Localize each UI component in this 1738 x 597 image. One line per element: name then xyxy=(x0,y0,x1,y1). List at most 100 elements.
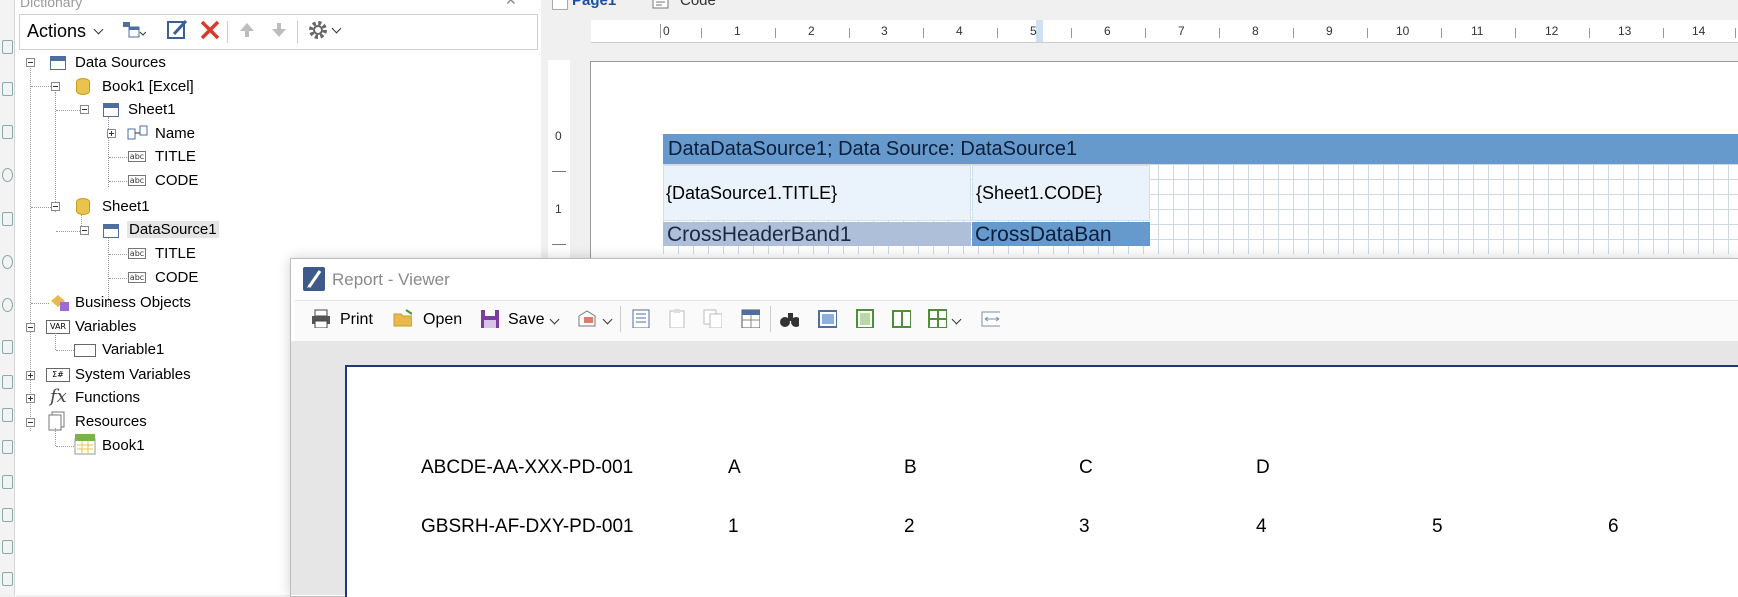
tree-item-data-sources[interactable]: Data Sources xyxy=(75,54,166,71)
tree-item-book1-excel[interactable]: Book1 [Excel] xyxy=(102,78,194,95)
continuous-page-icon[interactable] xyxy=(854,308,874,328)
system-variables-icon: Σ# xyxy=(46,368,70,382)
tree-item-name[interactable]: Name xyxy=(155,125,195,142)
ruler-label: 12 xyxy=(1545,24,1559,38)
data-band-caption: DataDataSource1; Data Source: DataSource… xyxy=(668,138,1078,160)
strip-icon[interactable] xyxy=(2,408,13,422)
variable-icon xyxy=(74,344,96,357)
report-cell: ABCDE-AA-XXX-PD-001 xyxy=(421,457,634,478)
strip-icon[interactable] xyxy=(2,540,13,554)
two-pages-icon[interactable] xyxy=(891,308,911,328)
new-item-icon[interactable] xyxy=(120,19,146,41)
ruler-label: 7 xyxy=(1178,24,1185,38)
collapse-toggle[interactable] xyxy=(80,105,89,114)
dictionary-toolbar: Actions xyxy=(19,14,538,50)
delete-icon[interactable] xyxy=(198,18,222,42)
ruler-label: 2 xyxy=(808,24,815,38)
collapse-toggle[interactable] xyxy=(26,418,35,427)
page-setup-icon[interactable] xyxy=(740,308,760,328)
tree-item-datasource1[interactable]: DataSource1 xyxy=(127,221,219,238)
print-button[interactable]: Print xyxy=(340,311,373,329)
cross-header-band-caption: CrossHeaderBand1 xyxy=(667,223,852,246)
chevron-down-icon[interactable] xyxy=(93,24,104,35)
strip-icon[interactable] xyxy=(2,440,13,454)
save-disk-icon[interactable] xyxy=(479,308,499,328)
strip-icon[interactable] xyxy=(2,340,13,354)
strip-icon[interactable] xyxy=(2,298,13,312)
ruler-label: 14 xyxy=(1692,24,1706,38)
actions-menu-label[interactable]: Actions xyxy=(27,21,86,42)
tab-code[interactable]: Code xyxy=(680,0,716,9)
tree-item-system-variables[interactable]: System Variables xyxy=(75,366,191,383)
ruler-label: 5 xyxy=(1030,24,1037,38)
paste-icon[interactable] xyxy=(666,308,686,328)
tree-item-title[interactable]: TITLE xyxy=(155,245,196,262)
report-cell: 6 xyxy=(1608,516,1619,537)
tree-item-book1[interactable]: Book1 xyxy=(102,437,145,454)
edit-icon[interactable] xyxy=(166,18,190,42)
strip-icon[interactable] xyxy=(2,255,13,269)
tree-item-functions[interactable]: Functions xyxy=(75,389,140,406)
database-icon xyxy=(76,198,90,215)
save-button[interactable]: Save xyxy=(508,311,544,329)
tree-item-sheet1[interactable]: Sheet1 xyxy=(128,101,176,118)
strip-icon[interactable] xyxy=(2,508,13,522)
page-icon xyxy=(552,0,568,10)
close-icon[interactable]: ✕ xyxy=(505,0,517,9)
functions-icon: fx xyxy=(50,386,67,407)
ruler-label: 0 xyxy=(555,129,562,143)
tree-item-title[interactable]: TITLE xyxy=(155,148,196,165)
tree-item-variables[interactable]: Variables xyxy=(75,318,136,335)
strip-icon[interactable] xyxy=(2,125,13,139)
strip-icon[interactable] xyxy=(2,82,13,96)
expand-toggle[interactable] xyxy=(26,394,35,403)
tree-item-code[interactable]: CODE xyxy=(155,269,198,286)
expand-toggle[interactable] xyxy=(26,371,35,380)
expand-toggle[interactable] xyxy=(107,129,116,138)
gear-icon[interactable] xyxy=(307,18,331,42)
strip-icon[interactable] xyxy=(2,40,13,54)
tab-page1[interactable]: Page1 xyxy=(572,0,616,9)
find-binoculars-icon[interactable] xyxy=(779,308,799,328)
horizontal-ruler: 0 1 2 3 4 5 6 7 8 9 10 11 12 13 14 xyxy=(591,20,1738,43)
ruler-label: 11 xyxy=(1471,24,1484,38)
collapse-toggle[interactable] xyxy=(26,58,35,67)
text-column-icon: abc xyxy=(128,248,146,259)
tree-item-code[interactable]: CODE xyxy=(155,172,198,189)
ruler-label: 1 xyxy=(734,24,741,38)
strip-icon[interactable] xyxy=(2,375,13,389)
strip-icon[interactable] xyxy=(2,475,13,489)
strip-icon[interactable] xyxy=(2,212,13,226)
table-icon xyxy=(103,103,119,117)
open-button[interactable]: Open xyxy=(423,311,462,329)
viewer-titlebar[interactable] xyxy=(291,259,1738,299)
open-folder-icon[interactable] xyxy=(392,308,412,328)
excel-file-icon xyxy=(74,434,96,455)
collapse-toggle[interactable] xyxy=(51,202,60,211)
tree-item-sheet1-source[interactable]: Sheet1 xyxy=(102,198,150,215)
print-icon[interactable] xyxy=(310,308,330,328)
arrow-up-icon[interactable] xyxy=(237,20,257,40)
strip-icon[interactable] xyxy=(2,572,13,586)
rendered-report-page xyxy=(345,365,1738,597)
chevron-down-icon[interactable] xyxy=(331,23,342,34)
single-page-icon[interactable] xyxy=(817,308,837,328)
page-width-icon[interactable] xyxy=(980,308,1000,328)
send-email-icon[interactable] xyxy=(576,308,596,328)
ruler-label: 8 xyxy=(1252,24,1259,38)
copy-icon[interactable] xyxy=(702,308,722,328)
table-icon xyxy=(103,224,119,238)
collapse-toggle[interactable] xyxy=(80,226,89,235)
report-cell: D xyxy=(1256,457,1270,478)
bookmarks-icon[interactable] xyxy=(630,308,650,328)
collapse-toggle[interactable] xyxy=(51,82,60,91)
tree-item-variable1[interactable]: Variable1 xyxy=(102,341,164,358)
report-cell: C xyxy=(1079,457,1093,478)
multiple-pages-icon[interactable] xyxy=(927,308,947,328)
collapse-toggle[interactable] xyxy=(26,323,35,332)
report-cell: 5 xyxy=(1432,516,1443,537)
tree-item-business-objects[interactable]: Business Objects xyxy=(75,294,191,311)
strip-icon[interactable] xyxy=(2,168,13,182)
arrow-down-icon[interactable] xyxy=(269,20,289,40)
tree-item-resources[interactable]: Resources xyxy=(75,413,147,430)
